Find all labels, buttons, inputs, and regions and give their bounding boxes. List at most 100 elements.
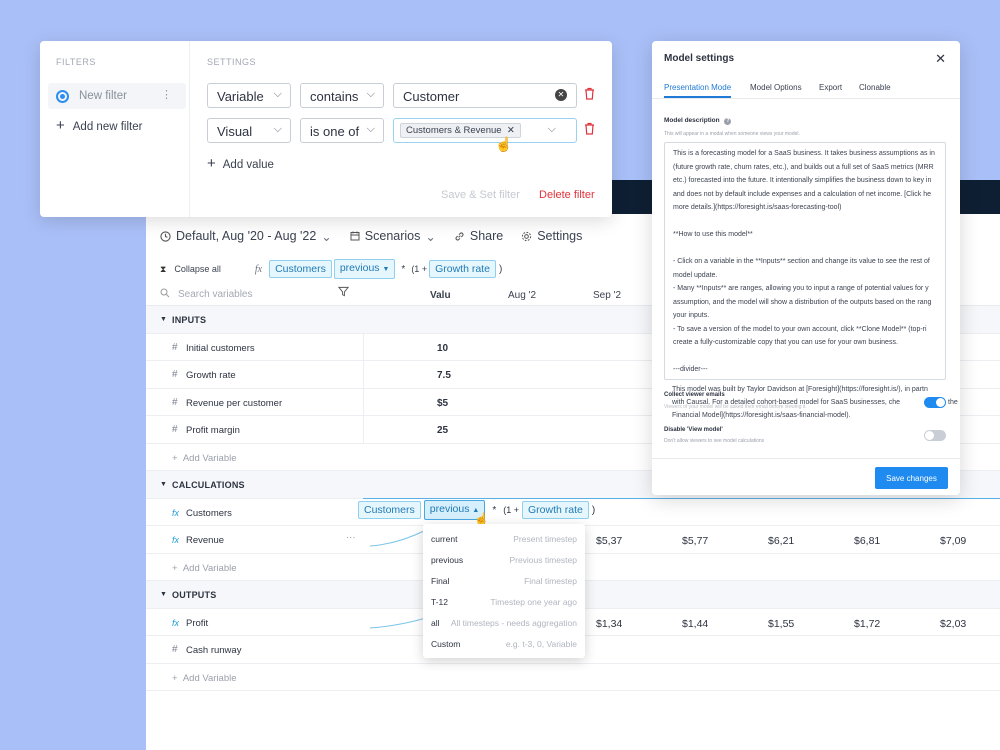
filter-multiselect[interactable]: Customers & Revenue ✕ ⌵ bbox=[393, 118, 577, 143]
variable-name: Customers bbox=[186, 507, 232, 519]
description-label: Model description ? bbox=[664, 117, 732, 125]
add-variable-row[interactable]: + Add Variable bbox=[146, 664, 1000, 691]
collect-emails-toggle[interactable] bbox=[924, 397, 946, 408]
plus-icon: + bbox=[207, 155, 216, 172]
save-set-filter-button[interactable]: Save & Set filter bbox=[441, 189, 520, 201]
multiply-operator: * bbox=[401, 263, 406, 275]
value-column-header: Valu bbox=[430, 290, 451, 301]
tab-model-options[interactable]: Model Options bbox=[750, 83, 802, 92]
dropdown-option-custom[interactable]: Custom e.g. t-3, 0, Variable bbox=[423, 633, 585, 654]
add-value-label: Add value bbox=[222, 159, 274, 171]
share-button[interactable]: Share bbox=[454, 229, 503, 243]
add-variable-button[interactable]: + Add Variable bbox=[172, 453, 237, 464]
formula-chip-customers[interactable]: Customers bbox=[269, 260, 332, 278]
link-icon bbox=[454, 231, 465, 242]
disable-view-toggle[interactable] bbox=[924, 430, 946, 441]
trash-icon[interactable] bbox=[584, 87, 595, 105]
table-cell[interactable]: $6,21 bbox=[768, 535, 794, 547]
timestep-dropdown: current Present timestep previous Previous… bbox=[423, 524, 585, 658]
tab-export[interactable]: Export bbox=[819, 83, 842, 92]
tab-presentation-mode[interactable]: Presentation Mode bbox=[664, 83, 732, 98]
select-value: is one of bbox=[310, 124, 360, 139]
variable-value[interactable]: 25 bbox=[437, 425, 448, 436]
add-value-button[interactable]: + Add value bbox=[207, 155, 274, 172]
filter-icon[interactable] bbox=[338, 286, 349, 297]
option-key: current bbox=[431, 534, 458, 544]
search-icon bbox=[160, 288, 170, 298]
option-description: e.g. t-3, 0, Variable bbox=[505, 639, 577, 649]
formula-chip-growth-rate[interactable]: Growth rate bbox=[429, 260, 496, 278]
collapse-all-button[interactable]: Collapse all bbox=[174, 264, 221, 274]
remove-tag-icon[interactable]: ✕ bbox=[507, 125, 515, 136]
modal-footer-divider bbox=[652, 458, 960, 459]
help-icon[interactable]: ? bbox=[724, 118, 732, 125]
variable-value[interactable]: 7.5 bbox=[437, 370, 451, 381]
formula-chip-previous[interactable]: previous ▼ bbox=[333, 259, 396, 279]
radio-selected-icon[interactable] bbox=[56, 90, 69, 103]
label-text: Model description bbox=[664, 117, 720, 124]
variable-value[interactable]: 10 bbox=[437, 343, 448, 354]
option-key: all bbox=[431, 618, 440, 628]
table-cell[interactable]: $5,37 bbox=[596, 535, 622, 547]
filter-item-new[interactable]: New filter ⋮ bbox=[48, 83, 186, 109]
settings-button[interactable]: Settings bbox=[521, 229, 582, 243]
filter-value-input[interactable]: Customer ✕ bbox=[393, 83, 577, 108]
number-icon: # bbox=[172, 341, 178, 353]
dropdown-option-final[interactable]: Final Final timestep bbox=[423, 570, 585, 591]
table-cell[interactable]: $2,03 bbox=[940, 618, 966, 630]
table-cell[interactable]: $1,34 bbox=[596, 618, 622, 630]
filter-field-select[interactable]: Visual ⌵ bbox=[207, 118, 291, 143]
filter-operator-select[interactable]: is one of ⌵ bbox=[300, 118, 384, 143]
dropdown-option-t12[interactable]: T-12 Timestep one year ago bbox=[423, 591, 585, 612]
scenario-selector[interactable]: Default, Aug '20 - Aug '22 ⌄ bbox=[160, 229, 332, 244]
table-cell[interactable]: $5,77 bbox=[682, 535, 708, 547]
add-variable-button[interactable]: + Add Variable bbox=[172, 563, 237, 574]
divider bbox=[363, 388, 364, 415]
filters-panel: FILTERS New filter ⋮ + Add new filter SET… bbox=[40, 41, 612, 217]
previous-label: previous bbox=[429, 503, 470, 515]
kebab-menu-icon[interactable]: ⋮ bbox=[161, 88, 172, 101]
more-icon[interactable]: ··· bbox=[346, 532, 356, 543]
filters-header: FILTERS bbox=[56, 57, 96, 67]
table-cell[interactable]: $1,72 bbox=[854, 618, 880, 630]
tab-clonable[interactable]: Clonable bbox=[859, 83, 891, 92]
save-changes-button[interactable]: Save changes bbox=[875, 467, 948, 489]
option-description: Previous timestep bbox=[509, 555, 577, 565]
option-description: Timestep one year ago bbox=[490, 597, 577, 607]
tag-label: Customers & Revenue bbox=[406, 125, 502, 136]
dropdown-option-all[interactable]: all All timesteps - needs aggregation bbox=[423, 612, 585, 633]
formula-chip-customers[interactable]: Customers bbox=[358, 501, 421, 519]
close-paren: ) bbox=[498, 263, 503, 275]
scenarios-button[interactable]: Scenarios ⌄ bbox=[350, 229, 436, 244]
clock-icon bbox=[160, 230, 171, 242]
model-description-textarea[interactable]: This is a forecasting model for a SaaS b… bbox=[664, 142, 946, 380]
variable-name: Cash runway bbox=[186, 645, 242, 656]
dropdown-option-current[interactable]: current Present timestep bbox=[423, 528, 585, 549]
add-variable-button[interactable]: + Add Variable bbox=[172, 673, 237, 684]
filter-operator-select[interactable]: contains ⌵ bbox=[300, 83, 384, 108]
table-cell[interactable]: $1,55 bbox=[768, 618, 794, 630]
filter-field-select[interactable]: Variable ⌵ bbox=[207, 83, 291, 108]
formula-chip-growth-rate[interactable]: Growth rate bbox=[522, 501, 589, 519]
option-key: previous bbox=[431, 555, 464, 565]
close-paren: ) bbox=[591, 504, 596, 516]
variable-value[interactable]: $5 bbox=[437, 398, 448, 409]
option-description: All timesteps - needs aggregation bbox=[450, 618, 577, 628]
variable-name: Profit margin bbox=[186, 425, 240, 436]
settings-header: SETTINGS bbox=[207, 57, 257, 67]
table-cell[interactable]: $7,09 bbox=[940, 535, 966, 547]
formula-editor-line bbox=[363, 498, 1000, 499]
chevron-down-icon: ⌵ bbox=[273, 88, 282, 100]
search-input[interactable]: Search variables bbox=[178, 289, 252, 300]
trash-icon[interactable] bbox=[584, 122, 595, 140]
clear-icon[interactable]: ✕ bbox=[555, 89, 567, 101]
delete-filter-button[interactable]: Delete filter bbox=[539, 189, 595, 201]
add-new-filter-button[interactable]: + Add new filter bbox=[56, 117, 142, 134]
caret-down-icon: ▼ bbox=[160, 481, 168, 488]
table-cell[interactable]: $1,44 bbox=[682, 618, 708, 630]
dropdown-option-previous[interactable]: previous Previous timestep bbox=[423, 549, 585, 570]
option-key: Custom bbox=[431, 639, 461, 649]
close-icon[interactable]: ✕ bbox=[935, 51, 946, 67]
option-description: Final timestep bbox=[524, 576, 577, 586]
table-cell[interactable]: $6,81 bbox=[854, 535, 880, 547]
